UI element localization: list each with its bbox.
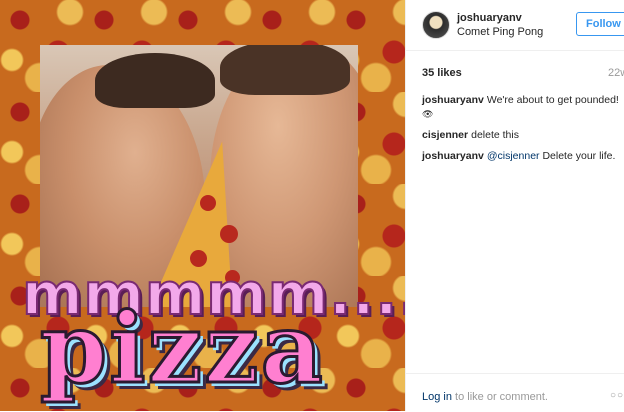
comment-username[interactable]: joshuaryanv bbox=[422, 150, 484, 162]
person-left-hair bbox=[95, 53, 215, 108]
comment-mention[interactable]: @cisjenner bbox=[487, 150, 540, 162]
pepperoni bbox=[200, 195, 216, 211]
comment-text: We're about to get pounded! bbox=[486, 94, 619, 106]
more-options-icon[interactable]: ○○○ bbox=[610, 390, 624, 401]
comments-list: joshuaryanv We're about to get pounded! 👁… bbox=[422, 94, 624, 171]
post-location[interactable]: Comet Ping Pong bbox=[457, 26, 543, 38]
login-link[interactable]: Log in bbox=[422, 391, 452, 403]
eye-emoji-icon: 👁 bbox=[422, 109, 434, 119]
post-header: joshuaryanv Comet Ping Pong Follow bbox=[406, 0, 624, 51]
post-age[interactable]: 22w bbox=[608, 67, 624, 79]
login-prompt: Log in to like or comment. bbox=[422, 391, 548, 403]
post-footer: Log in to like or comment. ○○○ bbox=[406, 373, 624, 412]
post-media[interactable]: mmmmm.... pizza bbox=[0, 0, 405, 411]
comment-username[interactable]: joshuaryanv bbox=[422, 94, 484, 106]
login-prompt-text: to like or comment. bbox=[451, 391, 548, 403]
author-username[interactable]: joshuaryanv bbox=[457, 12, 522, 24]
comment-item: cisjenner delete this bbox=[422, 129, 624, 142]
comment-username[interactable]: cisjenner bbox=[422, 129, 468, 141]
caption-overlay-line2: pizza bbox=[39, 291, 325, 407]
comment-item: joshuaryanv We're about to get pounded! 👁 bbox=[422, 94, 624, 121]
post-info-panel: joshuaryanv Comet Ping Pong Follow 35 li… bbox=[405, 0, 624, 411]
comment-text: delete this bbox=[471, 129, 519, 141]
avatar[interactable] bbox=[422, 11, 450, 39]
pepperoni bbox=[220, 225, 238, 243]
likes-count[interactable]: 35 likes bbox=[422, 67, 462, 79]
comment-text: Delete your life. bbox=[539, 150, 616, 162]
comment-item: joshuaryanv @cisjenner Delete your life. bbox=[422, 150, 624, 163]
person-right-hair bbox=[220, 45, 350, 95]
post-stats: 35 likes 22w bbox=[422, 51, 624, 79]
follow-button[interactable]: Follow bbox=[576, 12, 624, 36]
